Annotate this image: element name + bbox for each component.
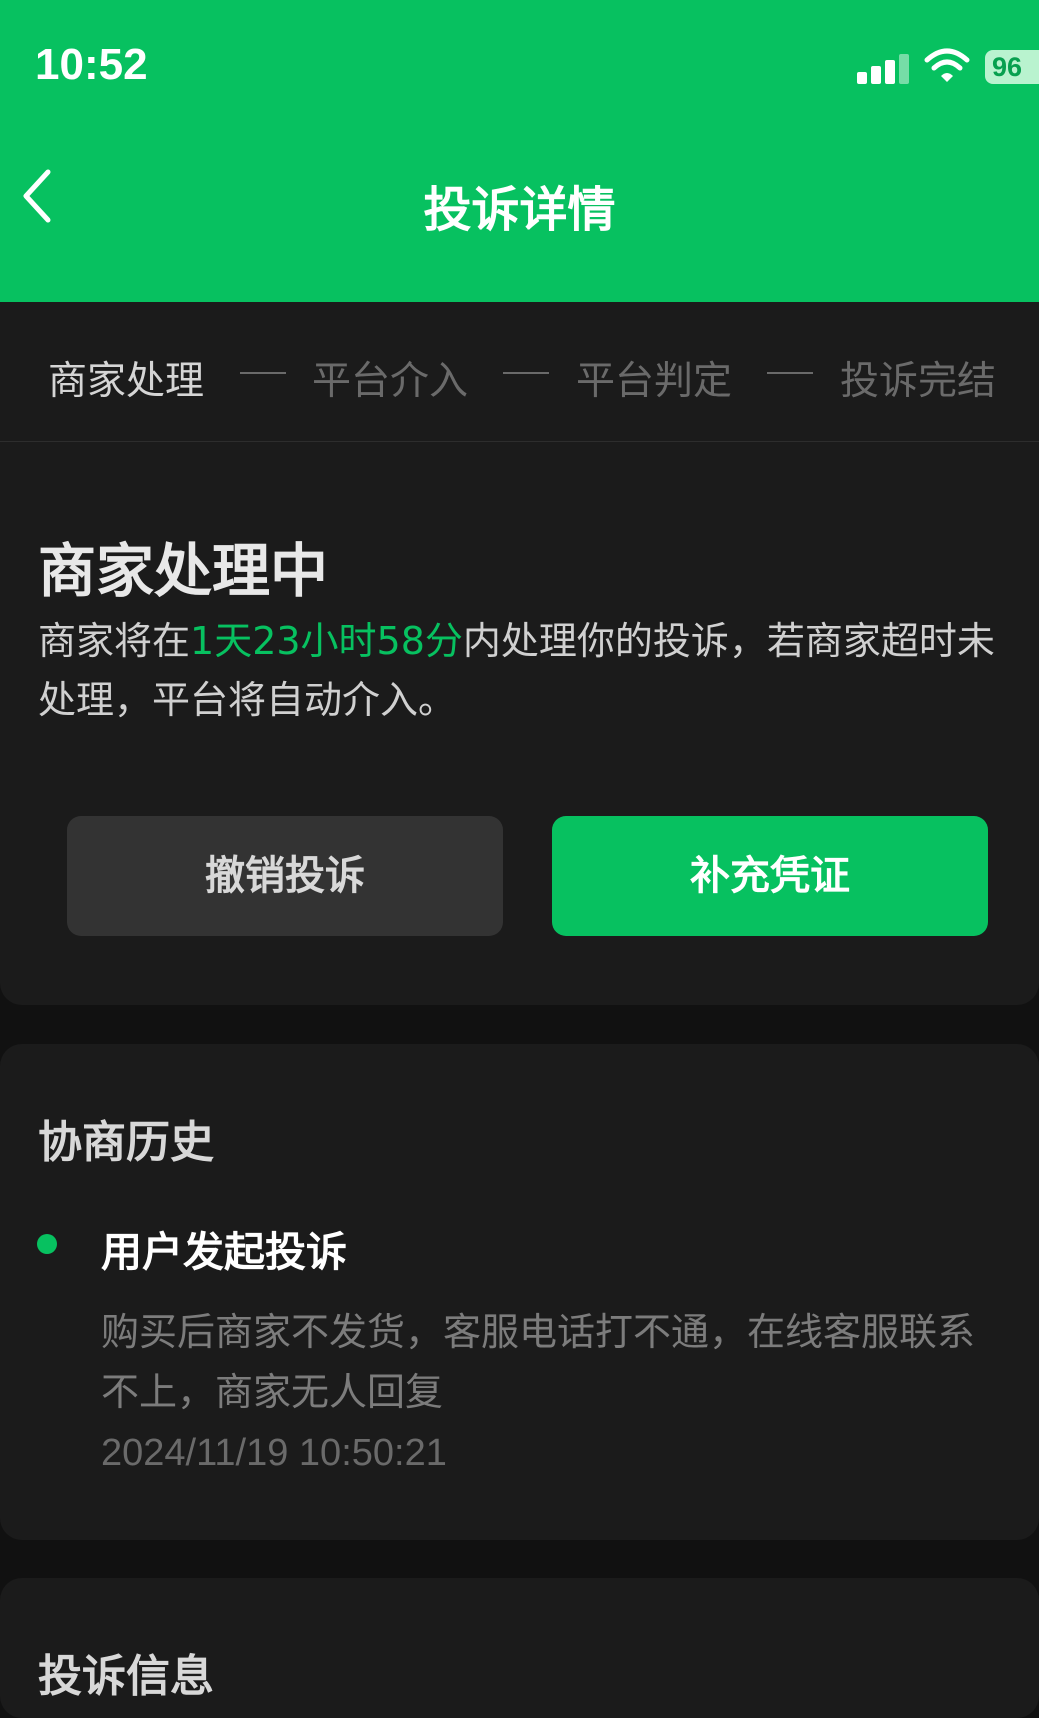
history-title: 协商历史 [38, 1117, 214, 1168]
page-title: 投诉详情 [423, 182, 616, 238]
status-title: 商家处理中 [38, 537, 329, 605]
negotiation-history-card: 协商历史 用户发起投诉 购买后商家不发货，客服电话打不通，在线客服联系不上，商家… [0, 1044, 1039, 1540]
progress-steps: 商家处理 平台介入 平台判定 投诉完结 [0, 302, 1039, 442]
step-platform-intervention: 平台介入 [312, 359, 469, 404]
status-card: 商家处理中 商家将在1天23小时58分内处理你的投诉，若商家超时未处理，平台将自… [0, 442, 1039, 1005]
step-merchant-processing: 商家处理 [48, 359, 205, 404]
history-event-description: 购买后商家不发货，客服电话打不通，在线客服联系不上，商家无人回复 [101, 1310, 976, 1414]
status-bar: 10:52 96 [0, 0, 1039, 130]
timeline-dot-icon [37, 1234, 57, 1254]
desc-prefix: 商家将在 [38, 619, 191, 663]
complaint-info-card: 投诉信息 [0, 1578, 1039, 1718]
status-time: 10:52 [35, 40, 148, 89]
nav-bar: 投诉详情 [0, 130, 1039, 302]
step-complaint-closed: 投诉完结 [840, 359, 997, 404]
countdown-text: 1天23小时58分 [190, 619, 463, 663]
cellular-signal-icon [857, 54, 909, 84]
info-title: 投诉信息 [38, 1651, 214, 1702]
battery-indicator: 96 [985, 50, 1039, 84]
wifi-icon [924, 48, 970, 82]
step-arrow-icon [767, 372, 813, 374]
history-event-time: 2024/11/19 10:50:21 [101, 1432, 447, 1474]
step-platform-judgment: 平台判定 [576, 359, 733, 404]
history-event-title: 用户发起投诉 [101, 1228, 347, 1276]
cancel-complaint-button[interactable]: 撤销投诉 [67, 816, 503, 936]
step-arrow-icon [240, 372, 286, 374]
step-arrow-icon [503, 372, 549, 374]
add-evidence-button[interactable]: 补充凭证 [552, 816, 988, 936]
status-description: 商家将在1天23小时58分内处理你的投诉，若商家超时未处理，平台将自动介入。 [38, 612, 1008, 730]
